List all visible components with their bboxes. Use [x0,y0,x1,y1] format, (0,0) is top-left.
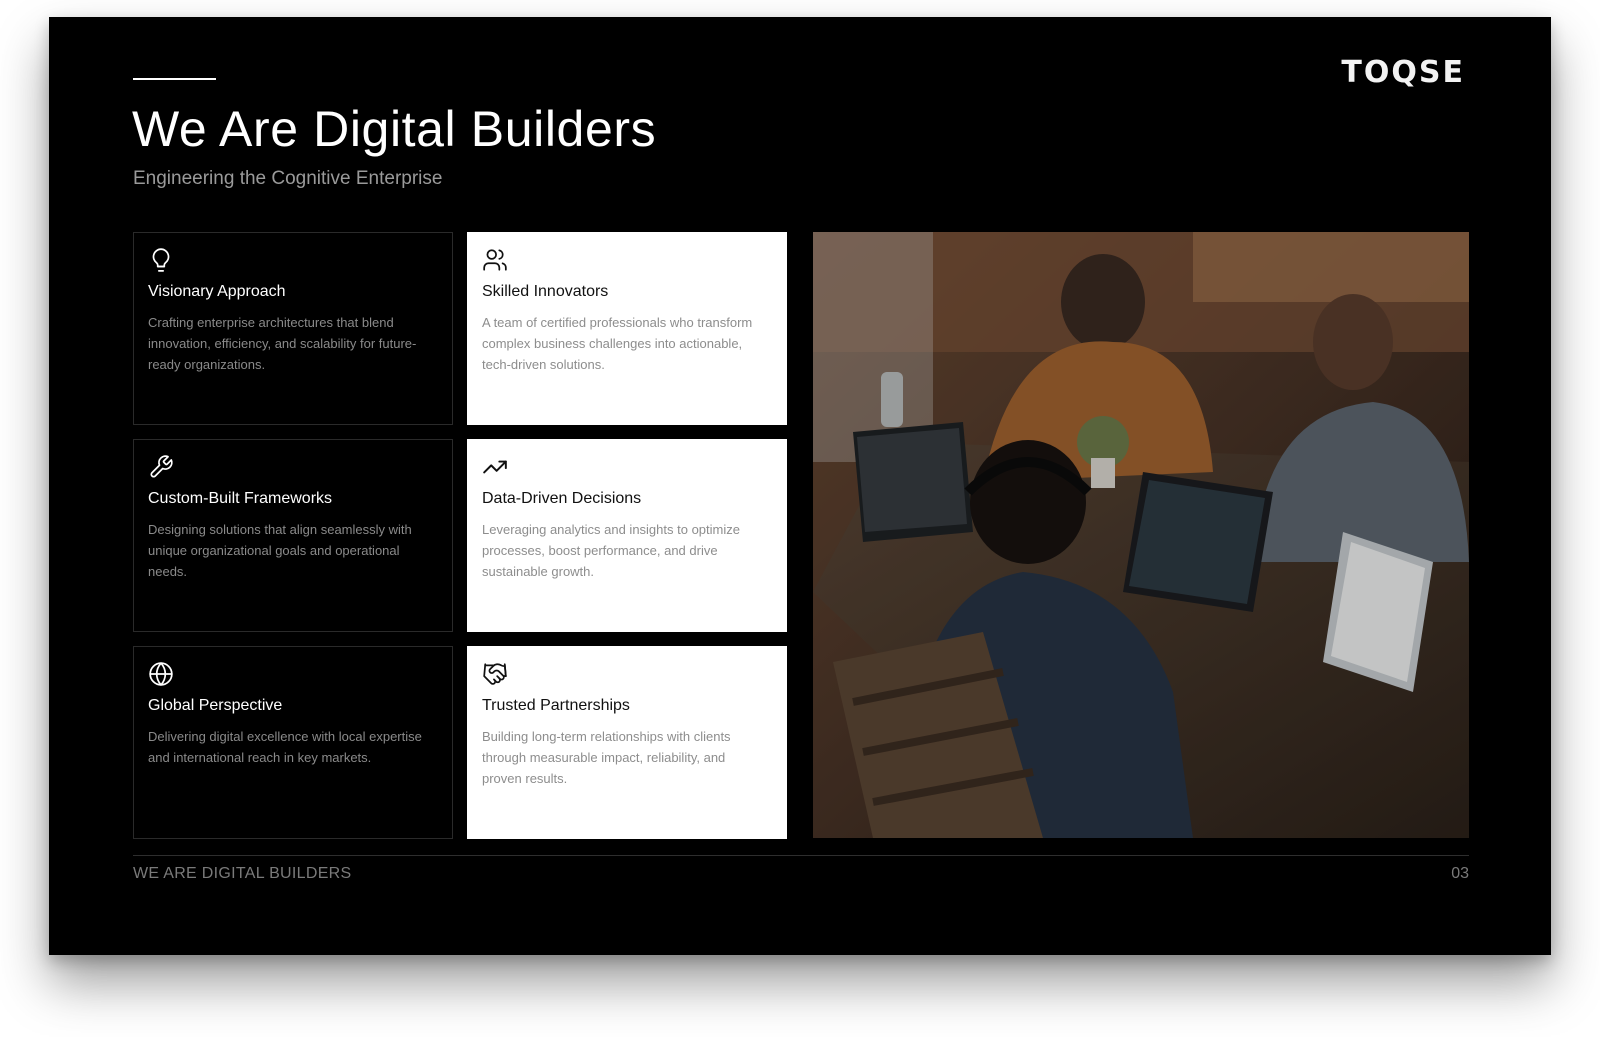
brand-logo: TOQSE [1341,55,1465,90]
feature-grid: Visionary Approach Crafting enterprise a… [133,232,787,839]
feature-card-description: Designing solutions that align seamlessl… [148,522,412,579]
feature-card-title: Custom-Built Frameworks [148,490,333,507]
feature-card-trusted-partnerships: Trusted Partnerships Building long-term … [467,646,787,839]
feature-card-description: Delivering digital excellence with local… [148,729,422,765]
page-subtitle: Engineering the Cognitive Enterprise [133,168,443,189]
users-icon [482,247,508,273]
team-photo [813,232,1469,838]
feature-card-title: Global Perspective [148,697,283,714]
wrench-icon [148,454,174,480]
feature-card-title: Data-Driven Decisions [482,490,642,507]
feature-card-title: Trusted Partnerships [482,697,630,714]
feature-card-custom-built-frameworks: Custom-Built Frameworks Designing soluti… [133,439,453,632]
feature-card-description: Building long-term relationships with cl… [482,729,731,786]
globe-icon [148,661,174,687]
slide: TOQSE We Are Digital Builders Engineerin… [49,17,1551,955]
feature-card-title: Skilled Innovators [482,283,609,300]
page-number: 03 [1451,865,1469,882]
feature-card-skilled-innovators: Skilled Innovators A team of certified p… [467,232,787,425]
feature-card-data-driven-decisions: Data-Driven Decisions Leveraging analyti… [467,439,787,632]
footer-section-label: WE ARE DIGITAL BUILDERS [133,865,352,882]
feature-card-description: A team of certified professionals who tr… [482,315,753,372]
title-accent-rule [133,78,216,80]
feature-card-description: Crafting enterprise architectures that b… [148,315,417,372]
feature-card-visionary-approach: Visionary Approach Crafting enterprise a… [133,232,453,425]
page-title: We Are Digital Builders [132,101,657,157]
feature-card-global-perspective: Global Perspective Delivering digital ex… [133,646,453,839]
lightbulb-icon [148,247,174,273]
trending-up-icon [482,454,508,480]
feature-card-title: Visionary Approach [148,283,286,300]
handshake-icon [482,661,508,687]
footer-divider [133,855,1469,856]
feature-card-description: Leveraging analytics and insights to opt… [482,522,740,579]
